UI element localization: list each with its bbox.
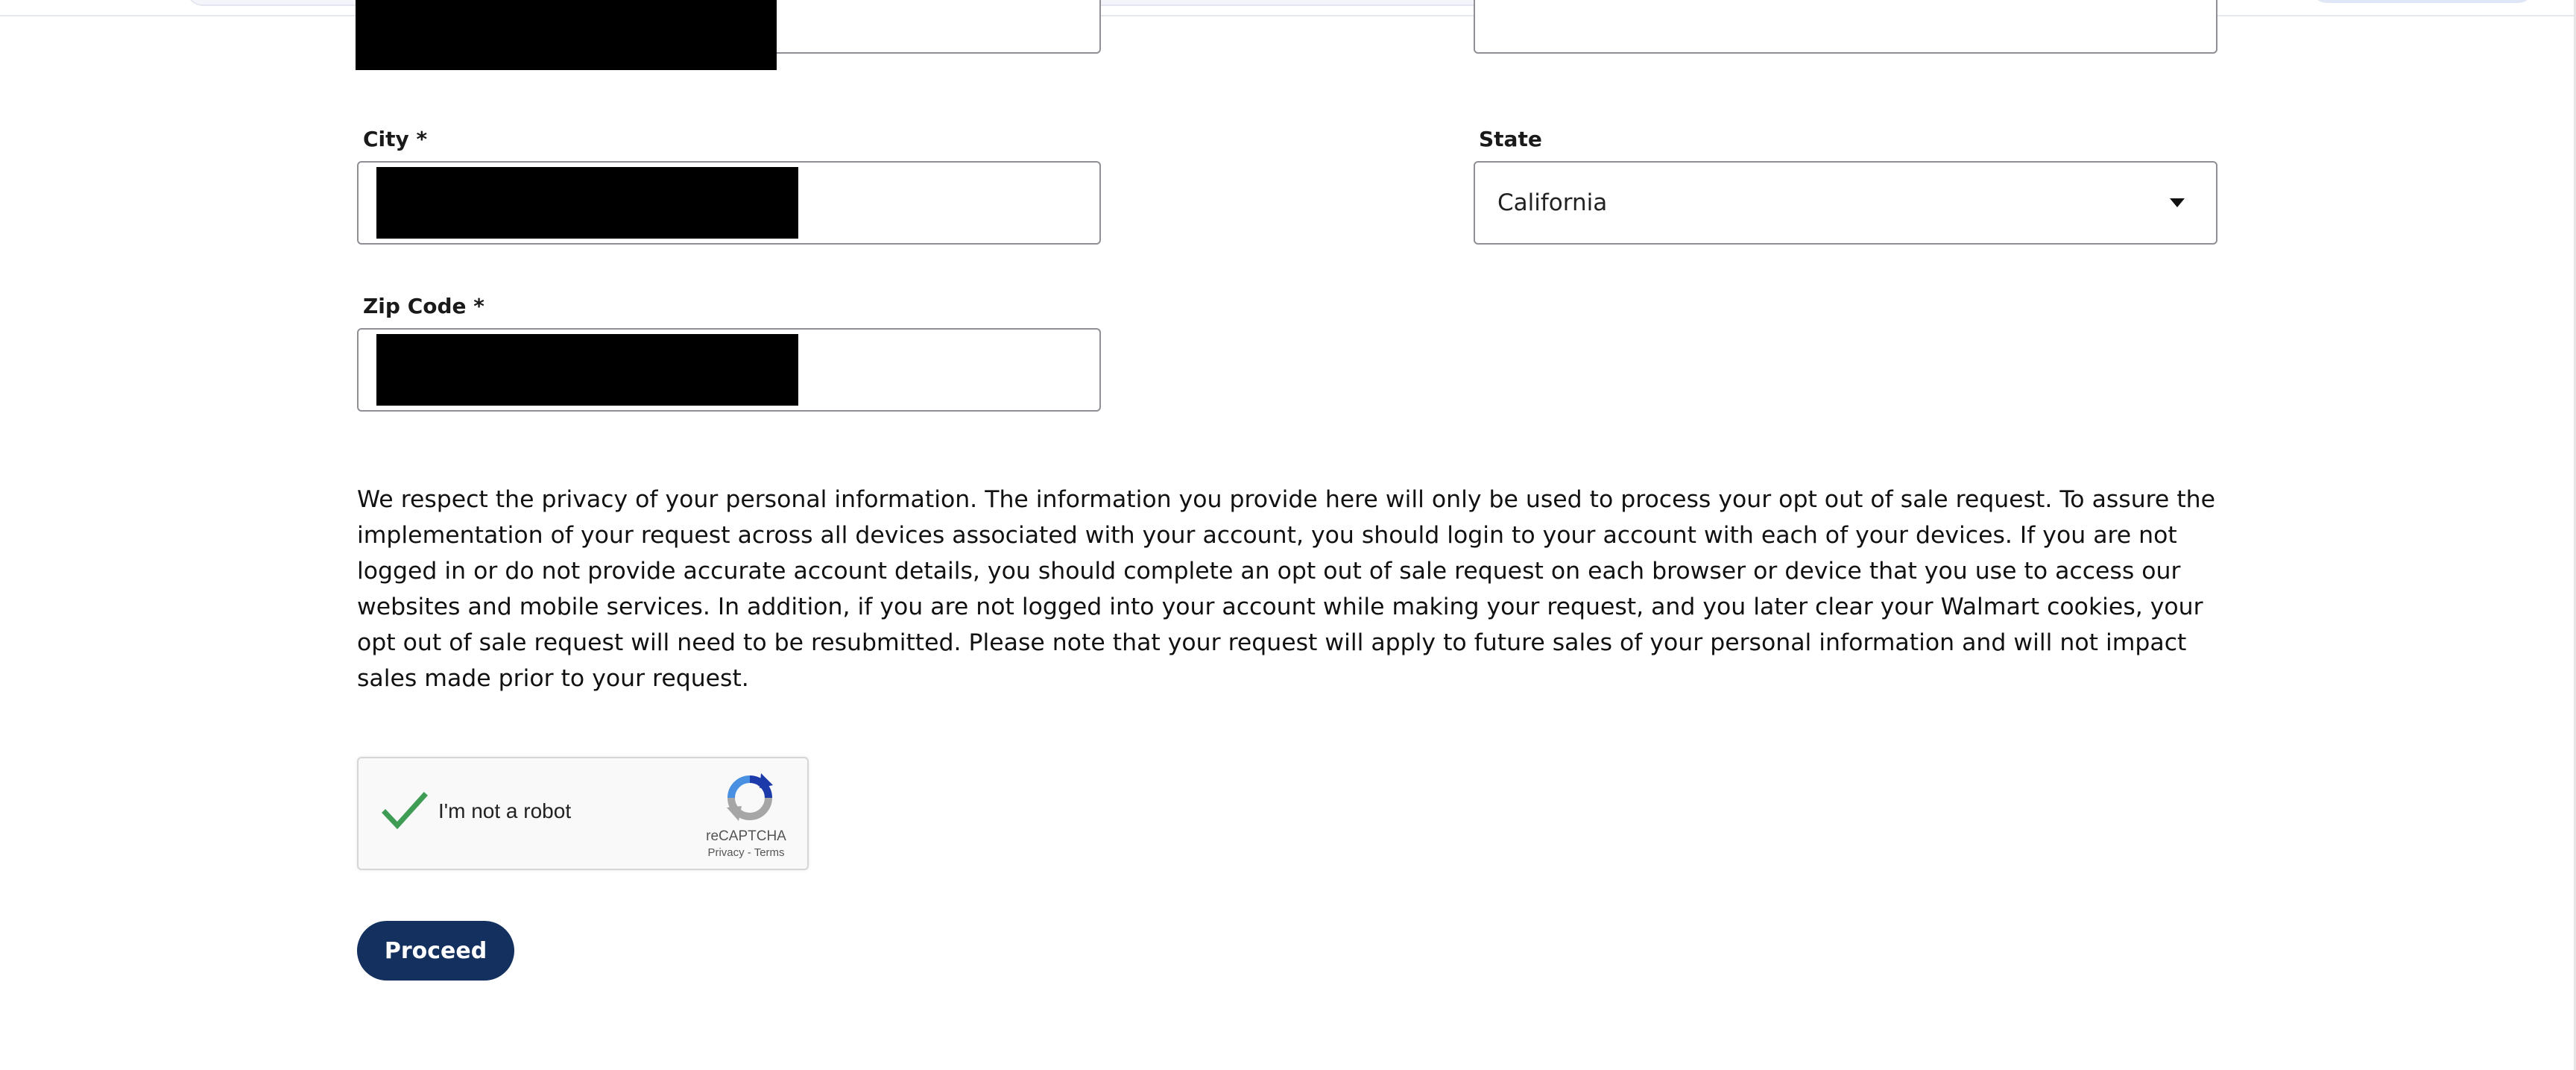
recaptcha-widget: I'm not a robot reCAPTCHA Privacy - Term… [357, 757, 809, 870]
recaptcha-brand: reCAPTCHA [706, 828, 786, 844]
privacy-notice: We respect the privacy of your personal … [357, 486, 2216, 692]
recaptcha-logo-icon [727, 773, 773, 821]
state-select-value: California [1497, 189, 1608, 216]
recaptcha-terms-link[interactable]: Terms [754, 846, 785, 859]
recaptcha-privacy-link[interactable]: Privacy [707, 846, 744, 859]
recaptcha-label: I'm not a robot [438, 799, 572, 822]
chevron-down-icon [2170, 198, 2185, 207]
city-input[interactable] [357, 161, 1101, 245]
redacted-zip-value [376, 334, 798, 406]
zip-code-label: Zip Code * [363, 294, 484, 318]
state-select[interactable]: California [1474, 161, 2217, 245]
header-action-button[interactable] [2311, 0, 2534, 3]
state-label: State [1479, 127, 1542, 151]
proceed-button[interactable]: Proceed [357, 921, 514, 981]
address-line-2-input[interactable] [1474, 0, 2217, 54]
redacted-city-value [376, 167, 798, 239]
redacted-address-value [356, 0, 777, 70]
zip-code-input[interactable] [357, 328, 1101, 412]
recaptcha-link-separator: - [747, 846, 751, 859]
recaptcha-links: Privacy - Terms [686, 846, 806, 859]
city-label: City * [363, 127, 428, 151]
check-icon[interactable] [381, 788, 429, 836]
